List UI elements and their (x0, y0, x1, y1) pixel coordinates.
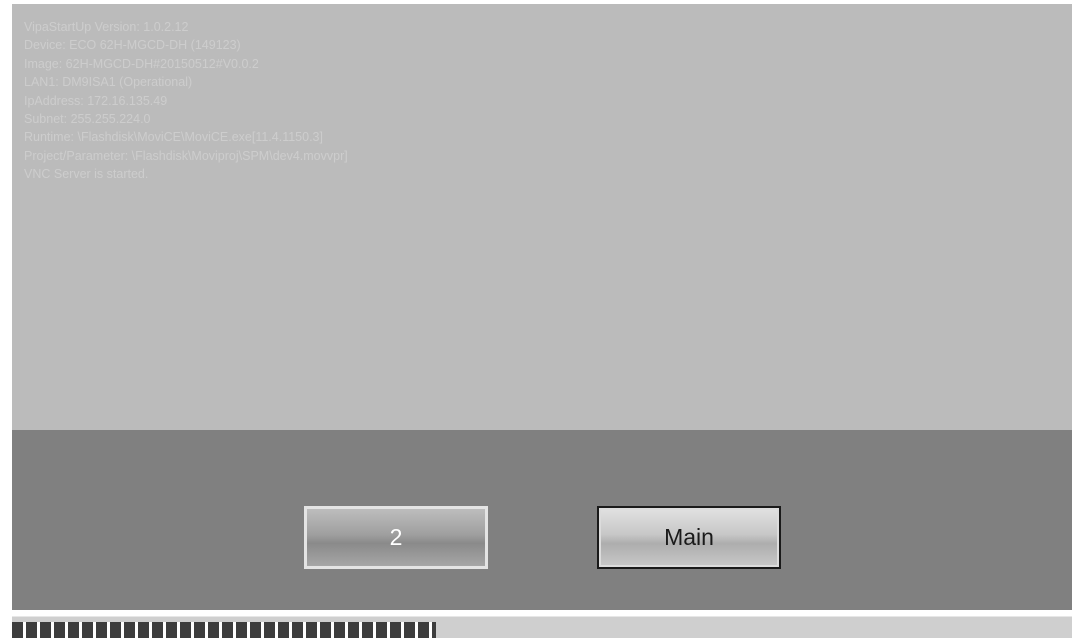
button-bar: 2 Main (12, 430, 1072, 610)
log-line-runtime: Runtime: \Flashdisk\MoviCE\MoviCE.exe[11… (24, 130, 323, 145)
progress-bar (12, 610, 1072, 638)
log-line-project: Project/Parameter: \Flashdisk\Moviproj\S… (24, 148, 348, 163)
log-line-version: VipaStartUp Version: 1.0.2.12 (24, 20, 189, 34)
startup-log-list: VipaStartUp Version: 1.0.2.12 Device: EC… (24, 18, 348, 184)
startup-log-area: VipaStartUp Version: 1.0.2.12 Device: EC… (12, 4, 1072, 430)
log-line-lan: LAN1: DM9ISA1 (Operational) (24, 75, 193, 90)
button-2[interactable]: 2 (304, 506, 488, 569)
log-line-ip-address: IpAddress: 172.16.135.49 (24, 93, 168, 108)
main-button[interactable]: Main (597, 506, 781, 569)
log-line-subnet: Subnet: 255.255.224.0 (24, 112, 151, 127)
log-line-vnc-status: VNC Server is started. (24, 167, 149, 182)
progress-bar-fill (12, 622, 436, 638)
hmi-screen: VipaStartUp Version: 1.0.2.12 Device: EC… (12, 4, 1072, 610)
log-line-image: Image: 62H-MGCD-DH#20150512#V0.0.2 (24, 56, 259, 71)
log-line-device: Device: ECO 62H-MGCD-DH (149123) (24, 38, 241, 53)
